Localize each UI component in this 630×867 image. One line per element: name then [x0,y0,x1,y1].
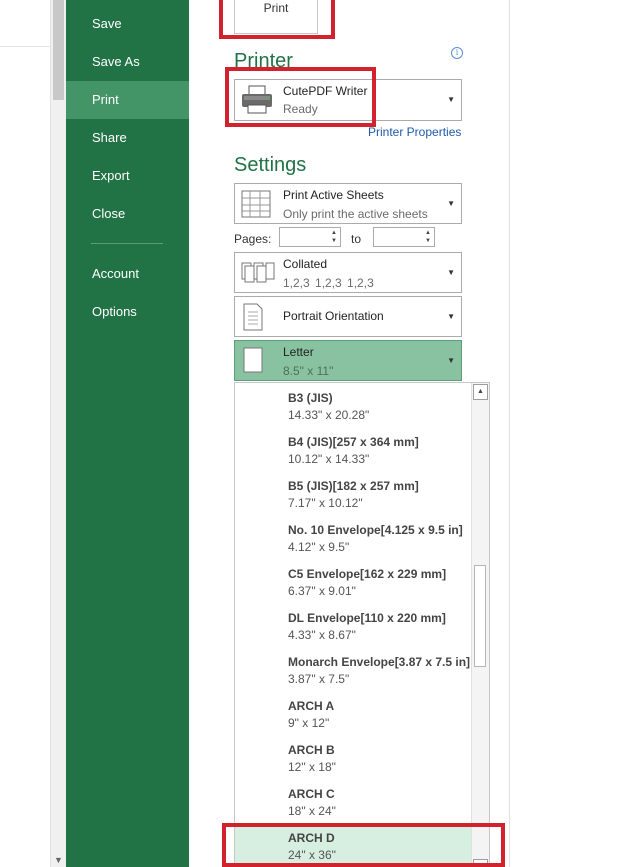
paper-dims: 6.37" x 9.01" [288,584,356,598]
nav-account[interactable]: Account [66,255,189,293]
pages-label: Pages: [234,232,272,246]
paper-name: B3 (JIS) [288,391,333,405]
list-scrollbar-thumb[interactable] [474,565,486,667]
print-what-dropdown[interactable]: Print Active Sheets Only print the activ… [234,183,462,224]
paper-name: DL Envelope[110 x 220 mm] [288,611,446,625]
nav-print[interactable]: Print [66,81,189,119]
to-label: to [351,232,362,246]
collation-title: Collated [283,257,328,271]
paper-dims: 4.12" x 9.5" [288,540,350,554]
paper-name: ARCH B [288,743,335,757]
paper-name: ARCH A [288,699,335,713]
collated-icon [241,262,275,283]
spin-up-icon[interactable]: ▲ [331,230,337,236]
paper-dims: 7.17" x 10.12" [288,496,363,510]
backstage-nav: Save Save As Print Share Export Close Ac… [66,0,189,867]
info-icon[interactable]: i [451,47,463,59]
nav-share[interactable]: Share [66,119,189,157]
paper-name: ARCH C [288,787,335,801]
paper-name: C5 Envelope[162 x 229 mm] [288,567,447,581]
list-item[interactable]: No. 10 Envelope[4.125 x 9.5 in] 4.12" x … [235,515,471,559]
chevron-down-icon: ▼ [447,199,455,208]
paper-icon [243,347,263,373]
nav-save[interactable]: Save [66,5,189,43]
list-item[interactable]: B4 (JIS)[257 x 364 mm] 10.12" x 14.33" [235,427,471,471]
orientation-title: Portrait Orientation [283,309,384,323]
settings-heading: Settings [234,154,307,176]
scroll-up-icon[interactable]: ▲ [473,384,488,400]
paper-dims: 9" x 12" [288,716,330,730]
printer-properties-link[interactable]: Printer Properties [368,125,461,139]
list-item[interactable]: ARCH A 9" x 12" [235,691,471,735]
list-scrollbar[interactable]: ▲ [471,383,489,867]
scroll-down-icon[interactable]: ▼ [54,855,63,865]
highlight-printer [225,67,376,127]
sheets-icon [241,190,271,218]
paper-size-title: Letter [283,345,314,359]
paper-size-dropdown[interactable]: Letter 8.5" x 11" ▼ [234,340,462,381]
pages-to-input[interactable]: ▲ ▼ [373,227,435,247]
list-item[interactable]: Monarch Envelope[3.87 x 7.5 in] 3.87" x … [235,647,471,691]
paper-name: B5 (JIS)[182 x 257 mm] [288,479,419,493]
paper-dims: 18" x 24" [288,804,336,818]
paper-dims: 14.33" x 20.28" [288,408,370,422]
window-scrollbar[interactable]: ▼ [50,0,67,867]
collation-dropdown[interactable]: Collated 1,2,3 1,2,3 1,2,3 ▼ [234,252,462,293]
paper-dims: 4.33" x 8.67" [288,628,356,642]
highlight-print-button [219,0,335,39]
paper-size-subtitle: 8.5" x 11" [283,364,334,378]
paper-dims: 12" x 18" [288,760,336,774]
nav-save-as[interactable]: Save As [66,43,189,81]
paper-name: B4 (JIS)[257 x 364 mm] [288,435,419,449]
paper-name: Monarch Envelope[3.87 x 7.5 in] [288,655,471,669]
paper-dims: 10.12" x 14.33" [288,452,370,466]
orientation-dropdown[interactable]: Portrait Orientation ▼ [234,296,462,337]
list-item[interactable]: B5 (JIS)[182 x 257 mm] 7.17" x 10.12" [235,471,471,515]
nav-export[interactable]: Export [66,157,189,195]
chevron-down-icon: ▼ [447,268,455,277]
paper-size-list[interactable]: B3 (JIS) 14.33" x 20.28" B4 (JIS)[257 x … [234,382,490,867]
collation-subtitle: 1,2,3 1,2,3 1,2,3 [283,276,374,290]
portrait-page-icon [243,303,263,331]
window-scrollbar-thumb[interactable] [53,0,64,100]
paper-name: No. 10 Envelope[4.125 x 9.5 in] [288,523,463,537]
pages-from-input[interactable]: ▲ ▼ [279,227,341,247]
list-item[interactable]: B3 (JIS) 14.33" x 20.28" [235,383,471,427]
spin-down-icon[interactable]: ▼ [331,238,337,244]
paper-dims: 3.87" x 7.5" [288,672,350,686]
print-pane: Print Printer i CutePDF Writer Ready ▼ P… [189,0,510,867]
nav-options[interactable]: Options [66,293,189,331]
nav-divider [91,243,163,244]
list-item[interactable]: DL Envelope[110 x 220 mm] 4.33" x 8.67" [235,603,471,647]
spin-up-icon[interactable]: ▲ [425,230,431,236]
highlight-arch-d [222,823,505,867]
nav-close[interactable]: Close [66,195,189,233]
list-item[interactable]: ARCH C 18" x 24" [235,779,471,823]
spin-down-icon[interactable]: ▼ [425,238,431,244]
chevron-down-icon: ▼ [447,95,455,104]
chevron-down-icon: ▼ [447,312,455,321]
print-what-subtitle: Only print the active sheets [283,207,428,221]
list-item[interactable]: C5 Envelope[162 x 229 mm] 6.37" x 9.01" [235,559,471,603]
chevron-down-icon: ▼ [447,356,455,365]
print-what-title: Print Active Sheets [283,188,384,202]
list-item[interactable]: ARCH B 12" x 18" [235,735,471,779]
grid-line [0,46,50,47]
